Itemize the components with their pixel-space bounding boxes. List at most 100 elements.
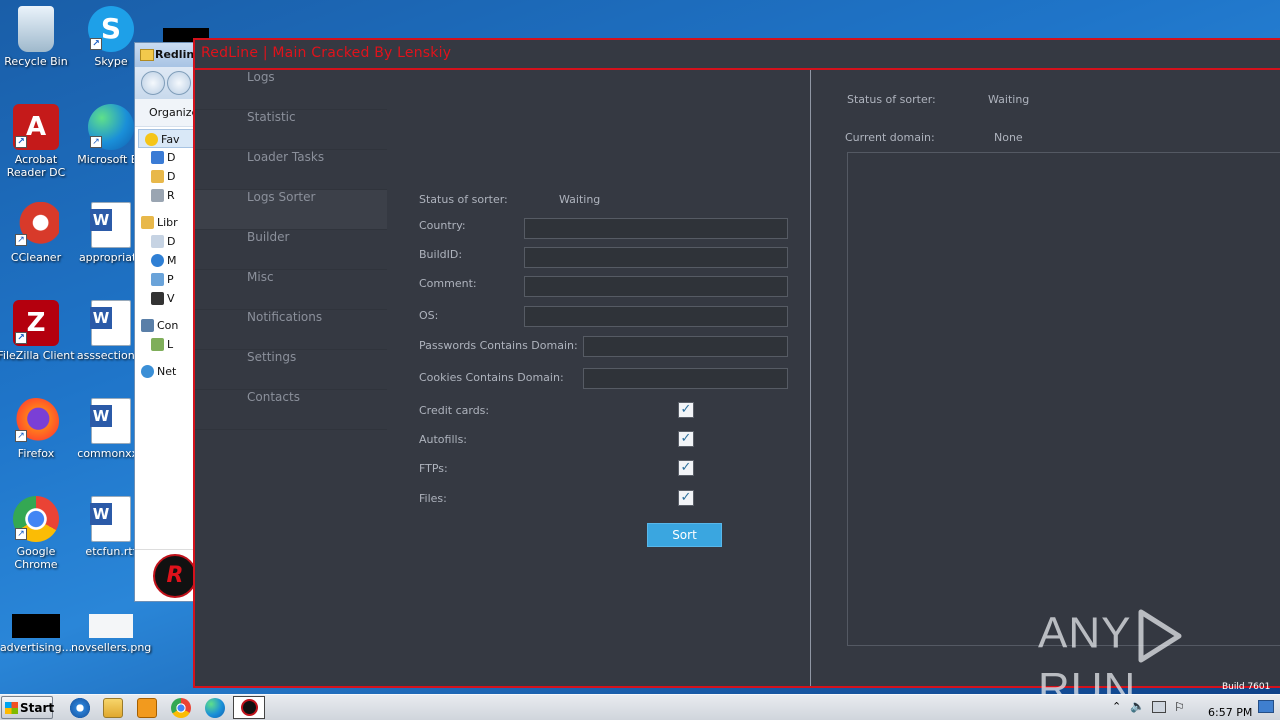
windows-logo-icon: [5, 702, 18, 714]
internet-explorer-icon[interactable]: [70, 698, 90, 718]
current-domain-value: None: [994, 131, 1023, 144]
computer-icon: [141, 319, 154, 332]
desktop-icon-label: novsellers.png: [71, 641, 152, 654]
files-checkbox[interactable]: ✓: [678, 490, 694, 506]
cookies-domain-label: Cookies Contains Domain:: [419, 371, 564, 384]
sidebar-item-builder[interactable]: Builder: [195, 230, 387, 270]
desktop-folder-icon: [151, 151, 164, 164]
libraries-icon: [141, 216, 154, 229]
media-player-icon[interactable]: [137, 698, 157, 718]
desktop-icon-advertising[interactable]: advertising...: [0, 600, 76, 654]
chrome-icon: ↗: [13, 496, 59, 542]
comment-input[interactable]: [524, 276, 788, 297]
shortcut-arrow-icon: ↗: [15, 430, 27, 442]
skype-icon: S ↗: [88, 6, 134, 52]
system-tray: ⌃ 🔈 ⚐: [1104, 695, 1280, 720]
buildid-label: BuildID:: [419, 248, 463, 261]
recycle-bin-icon: [18, 6, 54, 52]
os-input[interactable]: [524, 306, 788, 327]
start-button[interactable]: Start: [1, 696, 54, 719]
ftps-checkbox[interactable]: ✓: [678, 460, 694, 476]
buildid-input[interactable]: [524, 247, 788, 268]
ftps-label: FTPs:: [419, 462, 448, 475]
shortcut-arrow-icon: ↗: [90, 38, 102, 50]
desktop-icon-label: Firefox: [17, 447, 55, 460]
checkmark-icon: ✓: [680, 402, 692, 417]
desktop-icon-ccleaner[interactable]: ↗ CCleaner: [0, 202, 76, 264]
desktop-icon-label: CCleaner: [10, 251, 62, 264]
sidebar-item-contacts[interactable]: Contacts: [195, 390, 387, 430]
shortcut-arrow-icon: ↗: [15, 136, 27, 148]
acrobat-icon: A ↗: [13, 104, 59, 150]
files-label: Files:: [419, 492, 447, 505]
redline-window[interactable]: RedLine | Main Cracked By Lenskiy Logs S…: [193, 38, 1280, 688]
watermark-left-text: ANY: [1038, 608, 1132, 658]
redline-taskbar-button[interactable]: [233, 696, 265, 719]
right-status-value: Waiting: [988, 93, 1030, 106]
redline-taskbar-icon: [241, 699, 258, 716]
cookies-domain-input[interactable]: [583, 368, 788, 389]
passwords-domain-input[interactable]: [583, 336, 788, 357]
show-desktop-icon[interactable]: [1258, 700, 1274, 713]
action-center-flag-icon[interactable]: ⚐: [1174, 700, 1185, 714]
taskbar-clock[interactable]: 6:57 PM: [1208, 706, 1252, 719]
passwords-domain-label: Passwords Contains Domain:: [419, 339, 578, 352]
filezilla-icon: Z ↗: [13, 300, 59, 346]
checkmark-icon: ✓: [680, 460, 692, 475]
sort-button[interactable]: Sort: [647, 523, 722, 547]
file-thumbnail-icon: [12, 614, 60, 638]
anyrun-watermark: ANYRUN: [1038, 608, 1280, 713]
shortcut-arrow-icon: ↗: [15, 332, 27, 344]
star-icon: [145, 133, 158, 146]
desktop-icon-label: Recycle Bin: [4, 55, 68, 68]
chrome-taskbar-icon[interactable]: [171, 698, 191, 718]
right-status-label: Status of sorter:: [847, 93, 936, 106]
desktop-icon-chrome[interactable]: ↗ Google Chrome: [0, 496, 76, 571]
volume-icon[interactable]: 🔈: [1130, 699, 1145, 713]
edge-taskbar-icon[interactable]: [205, 698, 225, 718]
desktop-icon-label: Google Chrome: [14, 545, 58, 571]
videos-icon: [151, 292, 164, 305]
redline-logo-icon: R: [153, 554, 197, 598]
firefox-icon: ↗: [13, 398, 59, 444]
credit-cards-checkbox[interactable]: ✓: [678, 402, 694, 418]
edge-icon: ↗: [88, 104, 134, 150]
desktop-icon-filezilla[interactable]: Z ↗ FileZilla Client: [0, 300, 76, 362]
sidebar-item-settings[interactable]: Settings: [195, 350, 387, 390]
desktop-icon-novsellers[interactable]: novsellers.png: [71, 600, 151, 654]
tray-expand-icon[interactable]: ⌃: [1112, 700, 1121, 713]
local-disk-icon: [151, 338, 164, 351]
shortcut-arrow-icon: ↗: [90, 136, 102, 148]
image-file-icon: [89, 614, 133, 638]
word-document-icon: [90, 300, 131, 346]
sidebar-item-statistic[interactable]: Statistic: [195, 110, 387, 150]
word-document-icon: [90, 496, 131, 542]
network-icon: [141, 365, 154, 378]
desktop-icon-recycle-bin[interactable]: Recycle Bin: [0, 6, 76, 68]
desktop-icon-acrobat[interactable]: A ↗ Acrobat Reader DC: [0, 104, 76, 179]
network-tray-icon[interactable]: [1152, 701, 1166, 713]
forward-button[interactable]: [167, 71, 191, 95]
sidebar-item-logs[interactable]: Logs: [195, 70, 387, 110]
sidebar-item-notifications[interactable]: Notifications: [195, 310, 387, 350]
autofills-checkbox[interactable]: ✓: [678, 431, 694, 447]
os-label: OS:: [419, 309, 439, 322]
documents-icon: [151, 235, 164, 248]
sorter-log-output[interactable]: [847, 152, 1280, 646]
status-of-sorter-label: Status of sorter:: [419, 193, 508, 206]
sidebar-item-logs-sorter[interactable]: Logs Sorter: [195, 190, 387, 230]
back-button[interactable]: [141, 71, 165, 95]
checkmark-icon: ✓: [680, 431, 692, 446]
shortcut-arrow-icon: ↗: [15, 234, 27, 246]
sidebar-item-misc[interactable]: Misc: [195, 270, 387, 310]
status-of-sorter-value: Waiting: [559, 193, 601, 206]
windows-build-text: Build 7601: [1222, 682, 1271, 692]
country-input[interactable]: [524, 218, 788, 239]
window-title: RedLine | Main Cracked By Lenskiy: [195, 40, 1280, 70]
word-document-icon: [90, 398, 131, 444]
desktop-icon-firefox[interactable]: ↗ Firefox: [0, 398, 76, 460]
ccleaner-icon: ↗: [13, 202, 59, 248]
country-label: Country:: [419, 219, 466, 232]
sidebar-item-loader-tasks[interactable]: Loader Tasks: [195, 150, 387, 190]
explorer-folder-icon[interactable]: [103, 698, 123, 718]
